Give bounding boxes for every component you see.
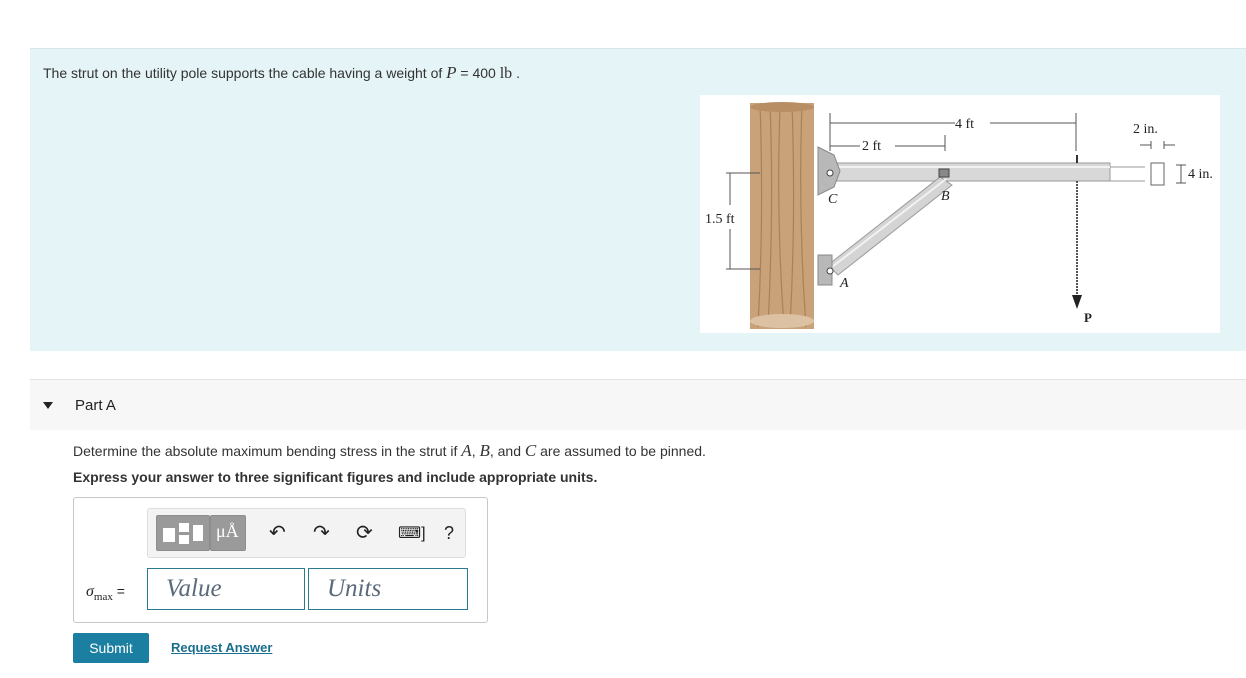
units-symbols-button[interactable]: μÅ — [210, 515, 246, 551]
keyboard-icon[interactable]: ⌨] — [398, 520, 426, 548]
question-text: Determine the absolute maximum bending s… — [73, 441, 706, 461]
dim-2in-label: 2 in. — [1133, 122, 1158, 137]
help-icon[interactable]: ? — [444, 519, 454, 547]
bracket-a — [817, 254, 834, 286]
question-part1: Determine the absolute maximum bending s… — [73, 443, 462, 459]
bracket-c — [817, 146, 841, 196]
submit-button[interactable]: Submit — [73, 633, 149, 663]
question-var-a: A — [461, 441, 472, 460]
problem-eq: = 400 — [456, 65, 500, 81]
problem-end: . — [512, 65, 520, 81]
request-answer-link[interactable]: Request Answer — [171, 640, 272, 655]
question-part2: , and — [489, 443, 525, 459]
question-part3: are assumed to be pinned. — [536, 443, 706, 459]
undo-icon[interactable]: ↶ — [269, 519, 286, 547]
redo-icon[interactable]: ↷ — [313, 519, 330, 547]
crossarm-beam — [817, 162, 1111, 182]
dim-4in-label: 4 in. — [1188, 167, 1213, 182]
utility-pole — [750, 102, 814, 329]
dim-2ft-label: 2 ft — [862, 139, 881, 154]
templates-icon — [163, 523, 203, 544]
label-p: P — [1084, 310, 1092, 325]
instruction-text: Express your answer to three significant… — [73, 469, 598, 485]
math-toolbar: μÅ ↶ ↷ ⟳ ⌨] ? — [147, 508, 466, 558]
dim-15ft-label: 1.5 ft — [705, 212, 735, 227]
problem-panel: The strut on the utility pole supports t… — [30, 48, 1246, 351]
label-c: C — [828, 192, 838, 207]
sigma-symbol: σ — [86, 583, 94, 600]
templates-button[interactable] — [156, 515, 210, 551]
mu-label: μÅ — [216, 521, 239, 541]
question-var-b: B — [479, 441, 490, 460]
value-placeholder: Value — [166, 575, 222, 602]
part-title: Part A — [75, 397, 116, 414]
problem-var-p: P — [446, 63, 457, 82]
problem-text-start: The strut on the utility pole supports t… — [43, 65, 447, 81]
units-input[interactable]: Units — [308, 568, 468, 610]
answer-box: μÅ ↶ ↷ ⟳ ⌨] ? σmax = Value Units — [73, 497, 488, 623]
sigma-subscript: max — [93, 590, 113, 603]
strut-figure: 4 ft 2 ft 1.5 ft 2 in. 4 in. C B A P — [700, 95, 1220, 333]
equals-sign: = — [116, 583, 125, 599]
sigma-max-label: σmax = — [86, 583, 125, 603]
pin-b — [938, 168, 950, 178]
cross-section — [1110, 162, 1165, 186]
reset-icon[interactable]: ⟳ — [356, 519, 373, 547]
question-var-c: C — [524, 441, 537, 460]
label-b: B — [941, 189, 950, 204]
units-placeholder: Units — [327, 575, 382, 602]
problem-statement: The strut on the utility pole supports t… — [43, 63, 520, 83]
strut-diagram: 4 ft 2 ft 1.5 ft 2 in. 4 in. C B A P — [705, 102, 1213, 329]
dim-4ft-label: 4 ft — [955, 117, 974, 132]
part-a-header[interactable]: Part A — [30, 379, 1246, 430]
value-input[interactable]: Value — [147, 568, 305, 610]
label-a: A — [839, 276, 849, 291]
strut — [827, 176, 953, 276]
problem-unit: lb — [499, 65, 513, 82]
collapse-caret-icon[interactable] — [43, 402, 53, 409]
